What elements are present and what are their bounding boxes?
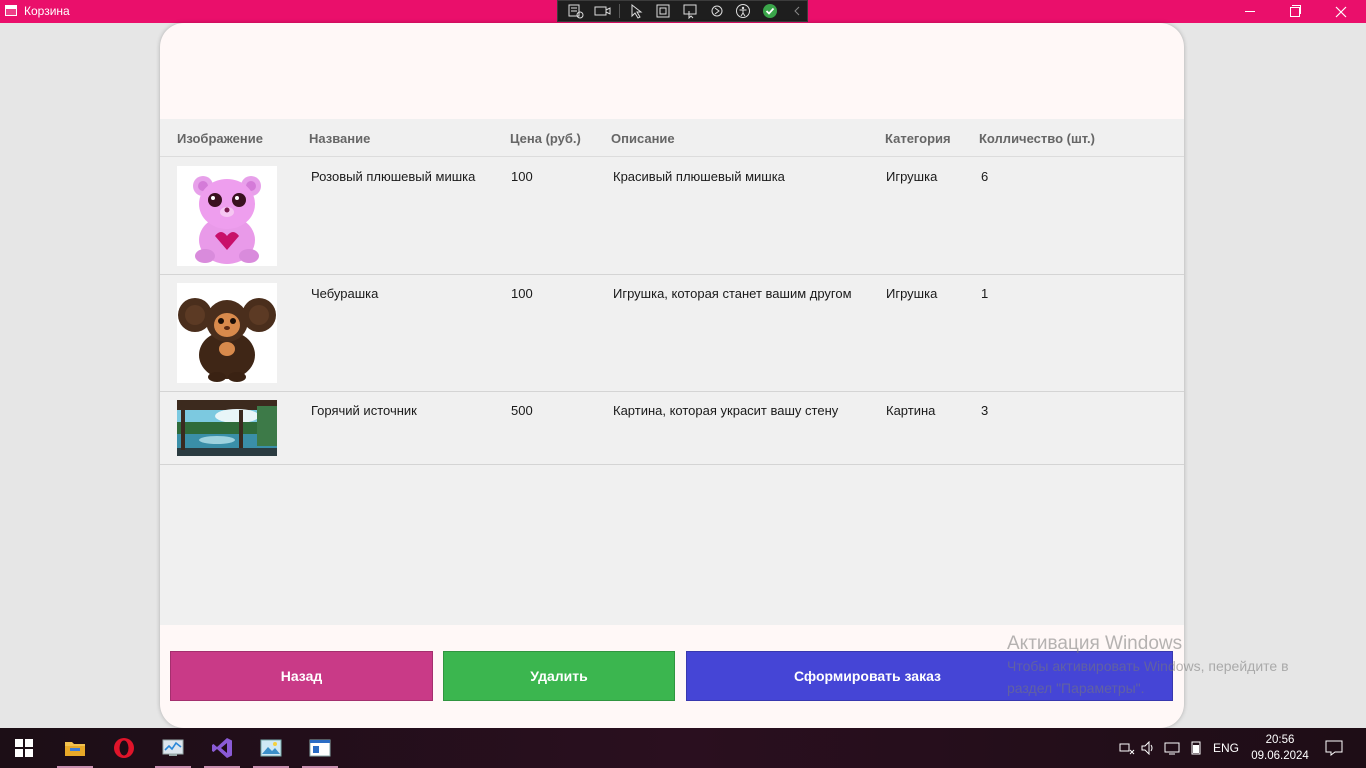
volume-icon[interactable] [1137,741,1159,755]
start-icon [15,739,33,757]
cell-category: Игрушка [886,286,938,301]
clock-date: 09.06.2024 [1251,750,1309,762]
taskbar-app-window[interactable] [296,728,344,768]
header-image[interactable]: Изображение [177,131,263,146]
collapse-toolbar-icon[interactable] [786,2,807,20]
close-icon [1335,6,1347,17]
opera-icon [114,738,134,758]
battery-icon[interactable] [1185,741,1207,755]
cart-card: Изображение Название Цена (руб.) Описани… [160,23,1184,728]
title-bar: Корзина [0,0,1366,23]
cell-name: Горячий источник [311,403,417,418]
table-header: Изображение Название Цена (руб.) Описани… [160,119,1184,157]
create-order-label: Сформировать заказ [793,668,942,684]
minimize-button[interactable] [1227,0,1273,23]
cell-quantity: 3 [981,403,989,418]
photos-icon [260,739,282,757]
file-explorer-icon [65,742,85,756]
clock[interactable]: 20:56 09.06.2024 [1246,732,1314,764]
taskbar-visual-studio[interactable] [198,728,246,768]
language-indicator[interactable]: ENG [1213,741,1239,755]
restore-icon [1290,4,1301,17]
close-button[interactable] [1318,0,1364,23]
table-row[interactable]: Горячий источник 500 Картина, которая ук… [160,392,1184,465]
delete-button[interactable]: Удалить [443,651,675,701]
header-quantity[interactable]: Колличество (шт.) [979,131,1095,146]
notification-icon [1325,740,1343,756]
cell-category: Картина [886,403,936,418]
header-category[interactable]: Категория [885,131,951,146]
toolbar-separator [619,4,621,18]
taskbar: ENG 20:56 09.06.2024 [0,728,1366,768]
visual-studio-icon [212,738,232,758]
taskbar-photos[interactable] [247,728,295,768]
watermark-line: раздел "Параметры". [1007,680,1145,696]
table-row[interactable]: Чебурашка 100 Игрушка, которая станет ва… [160,275,1184,392]
live-visual-tree-icon[interactable] [566,2,587,20]
activation-watermark: Активация Windows Чтобы активировать Win… [1007,633,1289,699]
track-focus-icon[interactable] [680,2,701,20]
taskbar-opera[interactable] [100,728,148,768]
cell-price: 100 [511,169,533,184]
cell-name: Чебурашка [311,286,379,301]
app-window-icon [309,739,331,757]
pink-teddy-bear-image [177,166,277,266]
cell-quantity: 1 [981,286,989,301]
cart-table: Изображение Название Цена (руб.) Описани… [160,119,1184,625]
taskbar-task-manager[interactable] [149,728,197,768]
back-button[interactable]: Назад [170,651,433,701]
debug-toolbar [557,0,808,22]
watermark-title: Активация Windows [1007,633,1183,654]
network-icon[interactable] [1117,741,1137,755]
system-tray: ENG [1117,728,1239,768]
cell-category: Игрушка [886,169,938,184]
cell-description: Игрушка, которая станет вашим другом [613,286,852,301]
watermark-line: Чтобы активировать Windows, перейдите в [1007,658,1289,674]
clock-time: 20:56 [1265,734,1295,746]
restore-button[interactable] [1272,0,1318,23]
cell-name: Розовый плюшевый мишка [311,169,476,184]
cell-quantity: 6 [981,169,989,184]
start-button[interactable] [0,728,48,768]
task-manager-icon [162,739,184,756]
header-price[interactable]: Цена (руб.) [510,131,581,146]
minimize-icon [1245,11,1255,12]
cell-description: Красивый плюшевый мишка [613,169,785,184]
record-icon[interactable] [593,2,614,20]
check-success-icon[interactable] [760,2,781,20]
header-description[interactable]: Описание [611,131,675,146]
accessibility-icon[interactable] [733,2,754,20]
header-name[interactable]: Название [309,131,370,146]
hot-reload-icon[interactable] [706,2,727,20]
table-row[interactable]: Розовый плюшевый мишка 100 Красивый плюш… [160,158,1184,275]
app-window-icon [5,5,17,16]
display-icon[interactable] [1159,741,1185,755]
select-element-icon[interactable] [626,2,647,20]
notification-center-button[interactable] [1310,728,1358,768]
display-layout-adorners-icon[interactable] [653,2,674,20]
cell-description: Картина, которая украсит вашу стену [613,403,839,418]
hot-spring-painting-image [177,400,277,456]
cheburashka-image [177,283,277,383]
window-title: Корзина [24,4,70,18]
cell-price: 100 [511,286,533,301]
taskbar-file-explorer[interactable] [51,728,99,768]
cell-price: 500 [511,403,533,418]
